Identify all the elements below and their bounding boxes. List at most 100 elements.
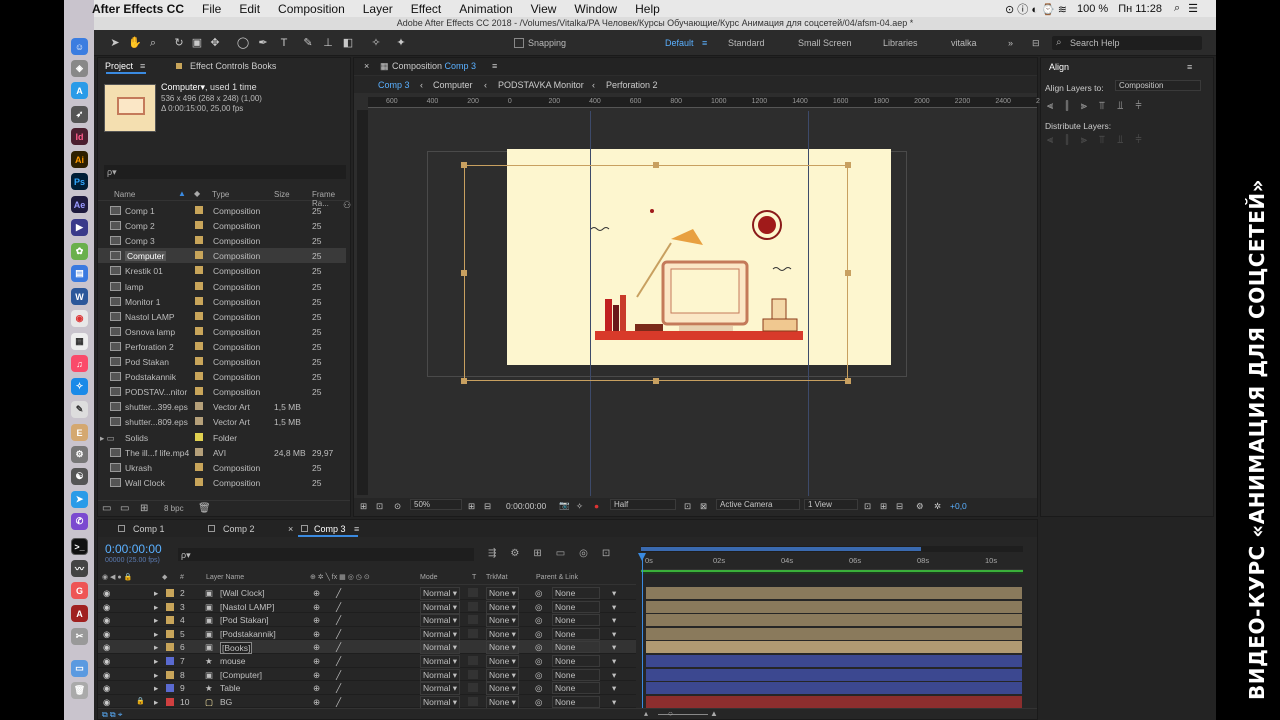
pickwhip-icon[interactable]: ◎ xyxy=(535,588,542,599)
files-icon[interactable]: ▤ xyxy=(71,265,88,282)
eraser-tool-icon[interactable]: ◧ xyxy=(341,36,355,50)
selection-handle[interactable] xyxy=(653,162,659,168)
label-swatch[interactable] xyxy=(166,657,174,665)
reset-exposure-icon[interactable]: ✲ xyxy=(934,501,941,512)
label-swatch[interactable] xyxy=(166,616,174,625)
delete-icon[interactable]: 🗑 xyxy=(198,503,211,514)
project-item[interactable]: Podstakannik Composition 25 xyxy=(98,369,346,384)
label-swatch[interactable] xyxy=(195,357,203,365)
label-swatch[interactable] xyxy=(195,341,203,350)
rotate-tool-icon[interactable]: ↻ xyxy=(172,36,186,50)
label-swatch[interactable] xyxy=(195,402,203,411)
after-effects-icon[interactable]: Ae xyxy=(71,196,88,213)
clone-tool-icon[interactable]: ⊥ xyxy=(321,36,335,50)
layer-row[interactable]: ◉ ▸ 2 ▣ [Wall Clock] ⊕ ╱ Normal ▾ None ▾ ◎ None ▾ xyxy=(98,586,1022,600)
layer-name[interactable]: [Wall Clock] xyxy=(220,588,265,598)
fit-icon[interactable]: ⊞ xyxy=(468,501,475,512)
pickwhip-icon[interactable]: ◎ xyxy=(535,656,542,667)
mask-icon[interactable]: ⊙ xyxy=(394,501,401,512)
layer-row[interactable]: ◉ ▸ 8 ▣ [Computer] ⊕ ╱ Normal ▾ None ▾ ◎ None ▾ xyxy=(98,668,1022,682)
pickwhip-icon[interactable]: ◎ xyxy=(535,670,542,681)
indesign-icon[interactable]: Id xyxy=(71,128,88,145)
layer-name[interactable]: [Nastol LAMP] xyxy=(220,602,274,612)
timeline-menu-icon[interactable]: ≡ xyxy=(354,524,359,534)
project-item[interactable]: ▸ ▭ Solids Folder xyxy=(98,430,346,445)
pen-tool-icon[interactable]: ✒ xyxy=(256,36,270,50)
zoom-slider[interactable] xyxy=(658,714,708,715)
breadcrumb-comp3[interactable]: Comp 3 xyxy=(378,80,410,90)
workspace-default[interactable]: Default xyxy=(665,38,694,48)
photoshop-icon[interactable]: Ps xyxy=(71,173,88,190)
layer-row[interactable]: ◉ ▸ 3 ▣ [Nastol LAMP] ⊕ ╱ Normal ▾ None ▾ ◎ None ▾ xyxy=(98,600,1022,614)
workspace-menu-icon[interactable]: ≡ xyxy=(702,38,707,48)
quality-switch-icon[interactable]: ╱ xyxy=(336,683,341,694)
layer-duration-bar[interactable] xyxy=(646,614,1022,627)
trkmat-select[interactable]: None ▾ xyxy=(486,600,519,614)
fast-preview-icon[interactable]: ⚙ xyxy=(916,501,924,512)
pickwhip-icon[interactable]: ◎ xyxy=(535,602,542,613)
snapshot-icon[interactable]: 📷 xyxy=(559,500,570,511)
pan-behind-tool-icon[interactable]: ✥ xyxy=(208,36,222,50)
more-workspaces-icon[interactable]: » xyxy=(1008,38,1013,48)
work-area-range[interactable] xyxy=(641,547,921,551)
project-item[interactable]: shutter...399.eps Vector Art 1,5 MB xyxy=(98,399,346,414)
new-composition-icon[interactable]: ⊞ xyxy=(140,503,148,514)
project-item[interactable]: Krestik 01 Composition 25 xyxy=(98,263,346,278)
comp-time[interactable]: 0:00:00:00 xyxy=(506,501,546,511)
visibility-eye-icon[interactable]: ◉ xyxy=(103,588,110,599)
pickwhip-icon[interactable]: ◎ xyxy=(535,629,542,640)
lock-icon[interactable]: 🔒 xyxy=(136,697,145,705)
project-item[interactable]: Comp 2 Composition 25 xyxy=(98,218,346,233)
3d-icon[interactable]: ⊟ xyxy=(896,501,903,512)
time-ruler[interactable]: 0s 02s 04s 06s 08s 10s xyxy=(641,553,1023,570)
label-swatch[interactable] xyxy=(195,477,203,486)
roi-icon[interactable]: ⊡ xyxy=(684,501,691,512)
brush-tool-icon[interactable]: ✎ xyxy=(301,36,315,50)
shy-switch-icon[interactable]: ⊕ xyxy=(313,683,320,694)
selection-handle[interactable] xyxy=(461,162,467,168)
shy-switch-icon[interactable]: ⊕ xyxy=(313,602,320,613)
tab-comp1[interactable]: Comp 1 xyxy=(118,524,165,534)
visibility-eye-icon[interactable]: ◉ xyxy=(103,670,110,681)
search-help-field[interactable]: ⌕ Search Help xyxy=(1052,36,1202,50)
close-icon[interactable]: × xyxy=(364,61,369,71)
workspace-vitalka[interactable]: vitalka xyxy=(951,38,977,48)
app-menu[interactable]: After Effects CC xyxy=(92,2,184,16)
label-swatch[interactable] xyxy=(195,372,203,381)
trkmat-select[interactable]: None ▾ xyxy=(486,641,519,655)
label-swatch[interactable] xyxy=(166,670,174,679)
ellipse-tool-icon[interactable]: ◯ xyxy=(236,36,250,50)
label-swatch[interactable] xyxy=(195,462,203,471)
align-menu-icon[interactable]: ≡ xyxy=(1187,62,1192,72)
selection-tool-icon[interactable]: ➤ xyxy=(108,36,122,50)
exposure-value[interactable]: +0,0 xyxy=(950,501,967,511)
selection-handle[interactable] xyxy=(845,270,851,276)
textedit-icon[interactable]: ✎ xyxy=(71,401,88,418)
label-swatch[interactable] xyxy=(195,236,203,245)
zoom-select[interactable]: 50% xyxy=(410,499,462,510)
text-tool-icon[interactable]: T xyxy=(277,36,291,50)
mode-select[interactable]: Normal ▾ xyxy=(420,695,461,709)
mode-select[interactable]: Normal ▾ xyxy=(420,600,461,614)
transparency-icon[interactable]: ⊠ xyxy=(700,501,707,512)
show-snapshot-icon[interactable]: ✧ xyxy=(576,501,583,512)
layer-row[interactable]: ◉ ▸ 9 ★ Table ⊕ ╱ Normal ▾ None ▾ ◎ None ▾ xyxy=(98,681,1022,696)
expand-arrow-icon[interactable]: ▸ xyxy=(154,683,158,694)
visibility-eye-icon[interactable]: ◉ xyxy=(103,697,110,708)
selection-handle[interactable] xyxy=(461,270,467,276)
label-swatch[interactable] xyxy=(195,417,203,426)
layer-duration-bar[interactable] xyxy=(646,695,1022,708)
telegram-icon[interactable]: ➤ xyxy=(71,491,88,508)
project-item[interactable]: Comp 1 Composition 25 xyxy=(98,203,346,218)
rocket-icon[interactable]: ➶ xyxy=(71,106,88,123)
channel-icon[interactable]: ● xyxy=(594,501,599,511)
system-preferences-icon[interactable]: ⚙ xyxy=(71,446,88,463)
puppet-tool-icon[interactable]: ✦ xyxy=(394,36,408,50)
quality-switch-icon[interactable]: ╱ xyxy=(336,588,341,599)
app-store-icon[interactable]: A xyxy=(71,82,88,99)
tools-icon[interactable]: ✂ xyxy=(71,628,88,645)
music-icon[interactable]: ♫ xyxy=(71,355,88,372)
menu-edit[interactable]: Edit xyxy=(239,2,260,16)
timeline-switches[interactable]: ⇶⚙⊞▭◎⊡ xyxy=(488,548,624,559)
layer-duration-bar[interactable] xyxy=(646,682,1022,695)
